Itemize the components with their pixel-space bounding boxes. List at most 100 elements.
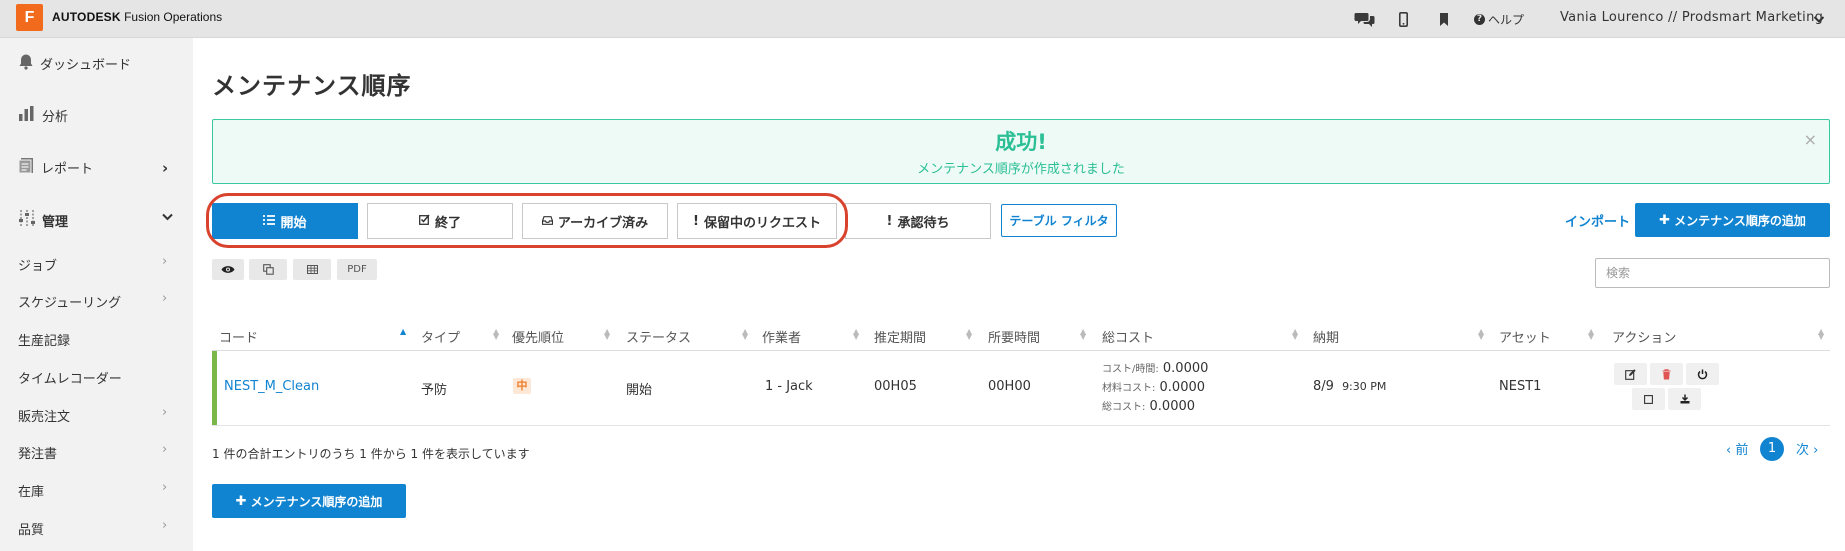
sort-asc-icon[interactable]: ▲ bbox=[400, 328, 406, 336]
fusion-logo-icon[interactable]: F bbox=[16, 4, 43, 31]
row-asset: NEST1 bbox=[1499, 379, 1542, 394]
tab-finished[interactable]: 終了 bbox=[367, 203, 513, 239]
import-link[interactable]: インポート bbox=[1565, 211, 1630, 230]
sort-icon[interactable]: ▲ ▼ bbox=[1588, 328, 1594, 341]
sidebar-subitem-inventory[interactable]: 在庫 bbox=[18, 481, 44, 500]
chevron-right-icon: › bbox=[162, 405, 168, 420]
trash-icon[interactable] bbox=[1650, 363, 1683, 385]
priority-badge: 中 bbox=[513, 378, 531, 394]
checkbox-icon[interactable] bbox=[1632, 388, 1665, 410]
row-code-link[interactable]: NEST_M_Clean bbox=[224, 379, 319, 394]
sidebar-subitem-quality[interactable]: 品質 bbox=[18, 519, 44, 538]
header-divider bbox=[212, 350, 1830, 351]
pagination-page-1[interactable]: 1 bbox=[1760, 437, 1784, 461]
search-input[interactable] bbox=[1595, 258, 1830, 288]
sort-icon[interactable]: ▲ ▼ bbox=[742, 328, 748, 341]
column-header-due-date[interactable]: 納期 bbox=[1313, 327, 1339, 346]
sidebar-subitem-jobs[interactable]: ジョブ bbox=[18, 255, 57, 274]
add-maintenance-button-bottom[interactable]: ✚ メンテナンス順序の追加 bbox=[212, 484, 406, 518]
row-elapsed: 00H00 bbox=[988, 379, 1031, 394]
brand-title[interactable]: AUTODESK Fusion Operations bbox=[52, 10, 222, 24]
tab-open[interactable]: 開始 bbox=[212, 203, 358, 239]
edit-icon[interactable] bbox=[1614, 363, 1647, 385]
add-maintenance-button-top[interactable]: ✚ メンテナンス順序の追加 bbox=[1635, 203, 1830, 237]
sort-icon[interactable]: ▲ ▼ bbox=[493, 328, 499, 341]
sort-icon[interactable]: ▲ ▼ bbox=[1818, 328, 1824, 341]
add-button-label: メンテナンス順序の追加 bbox=[250, 494, 383, 509]
tab-pending-requests[interactable]: ! 保留中のリクエスト bbox=[677, 203, 837, 239]
pagination-prev[interactable]: ‹ 前 bbox=[1726, 439, 1748, 458]
cost-value: 0.0000 bbox=[1149, 399, 1196, 414]
chevron-right-icon: › bbox=[162, 291, 168, 306]
sidebar-item-admin[interactable]: 管理 bbox=[18, 209, 68, 231]
sort-icon[interactable]: ▲ ▼ bbox=[966, 328, 972, 341]
alert-title: 成功! bbox=[995, 130, 1047, 154]
sidebar-subitem-production-records[interactable]: 生産記録 bbox=[18, 330, 70, 349]
table-filter-button[interactable]: テーブル フィルタ bbox=[1001, 204, 1117, 237]
chevron-right-icon: › bbox=[162, 254, 168, 269]
column-header-status[interactable]: ステータス bbox=[626, 327, 691, 346]
download-icon[interactable] bbox=[1668, 388, 1701, 410]
chevron-right-icon: › bbox=[162, 442, 168, 457]
sort-icon[interactable]: ▲ ▼ bbox=[1478, 328, 1484, 341]
column-header-asset[interactable]: アセット bbox=[1499, 327, 1551, 346]
chevron-down-icon[interactable] bbox=[162, 210, 173, 225]
copy-icon[interactable] bbox=[249, 259, 287, 280]
report-icon bbox=[18, 157, 35, 178]
row-due-date: 8/9 9:30 PM bbox=[1313, 379, 1386, 394]
sidebar-subitem-sales-orders[interactable]: 販売注文 bbox=[18, 406, 70, 425]
inbox-icon bbox=[541, 214, 553, 229]
sidebar-subitem-time-recorder[interactable]: タイムレコーダー bbox=[18, 368, 122, 387]
column-header-total-cost[interactable]: 総コスト bbox=[1102, 327, 1154, 346]
column-header-elapsed[interactable]: 所要時間 bbox=[988, 327, 1040, 346]
chevron-right-icon[interactable]: › bbox=[162, 159, 168, 177]
pdf-button[interactable]: PDF bbox=[337, 259, 377, 280]
chevron-down-icon[interactable] bbox=[1813, 13, 1825, 28]
tab-archived[interactable]: アーカイブ済み bbox=[522, 203, 668, 239]
total-cost: 総コスト: 0.0000 bbox=[1102, 398, 1195, 414]
column-header-priority[interactable]: 優先順位 bbox=[512, 327, 564, 346]
column-header-actions[interactable]: アクション bbox=[1612, 327, 1676, 346]
close-icon[interactable]: × bbox=[1804, 130, 1817, 149]
sort-icon[interactable]: ▲ ▼ bbox=[1080, 328, 1086, 341]
sidebar-item-dashboard[interactable]: ダッシュボード bbox=[18, 53, 131, 74]
eye-icon[interactable] bbox=[212, 259, 244, 280]
sort-icon[interactable]: ▲ ▼ bbox=[604, 328, 610, 341]
tab-awaiting-approval[interactable]: ! 承認待ち bbox=[845, 203, 991, 239]
sidebar: ダッシュボード 分析 レポート › 管理 ジョブ › スケジューリング › 生産… bbox=[0, 38, 193, 551]
row-worker: 1 - Jack bbox=[765, 379, 813, 394]
power-icon[interactable] bbox=[1686, 363, 1719, 385]
column-header-worker[interactable]: 作業者 bbox=[762, 327, 801, 346]
table-icon[interactable] bbox=[293, 259, 331, 280]
tab-label: 承認待ち bbox=[897, 215, 950, 231]
column-header-code[interactable]: コード bbox=[219, 327, 258, 346]
mobile-icon[interactable] bbox=[1396, 9, 1410, 29]
row-divider bbox=[212, 425, 1830, 426]
help-link[interactable]: ? ヘルプ bbox=[1474, 11, 1524, 28]
help-label: ヘルプ bbox=[1488, 13, 1525, 27]
sidebar-subitem-scheduling[interactable]: スケジューリング bbox=[18, 292, 121, 311]
cost-label: 材料コスト: bbox=[1102, 383, 1156, 394]
sidebar-item-analytics[interactable]: 分析 bbox=[18, 105, 68, 126]
cost-value: 0.0000 bbox=[1159, 380, 1206, 395]
alert-message: メンテナンス順序が作成されました bbox=[917, 162, 1125, 177]
material-cost: 材料コスト: 0.0000 bbox=[1102, 379, 1205, 395]
chevron-right-icon: › bbox=[162, 518, 168, 533]
chevron-right-icon: › bbox=[162, 480, 168, 495]
pagination-next[interactable]: 次 › bbox=[1796, 439, 1818, 458]
sidebar-item-reports[interactable]: レポート bbox=[18, 157, 93, 178]
list-icon bbox=[263, 214, 276, 229]
column-header-estimated[interactable]: 推定期間 bbox=[874, 327, 926, 346]
chat-icon[interactable] bbox=[1352, 9, 1376, 29]
bookmark-icon[interactable] bbox=[1437, 9, 1451, 29]
sort-icon[interactable]: ▲ ▼ bbox=[853, 328, 859, 341]
sidebar-item-label: 分析 bbox=[42, 110, 69, 125]
plus-icon: ✚ bbox=[1659, 212, 1671, 228]
sort-icon[interactable]: ▲ ▼ bbox=[1292, 328, 1298, 341]
sidebar-subitem-purchase-orders[interactable]: 発注書 bbox=[18, 443, 57, 462]
row-estimated: 00H05 bbox=[874, 379, 917, 394]
user-menu[interactable]: Vania Lourenco // Prodsmart Marketing bbox=[1560, 10, 1823, 25]
column-header-type[interactable]: タイプ bbox=[421, 327, 460, 346]
top-bar: F AUTODESK Fusion Operations ? ヘルプ Vania… bbox=[0, 0, 1845, 38]
row-type: 予防 bbox=[421, 383, 448, 398]
